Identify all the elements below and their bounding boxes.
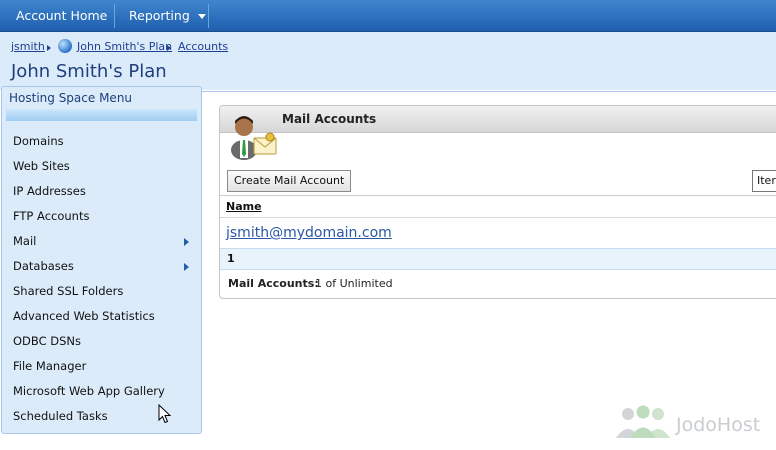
nav-divider	[114, 4, 115, 28]
hosting-space-menu: Hosting Space Menu Domains Web Sites IP …	[1, 86, 202, 434]
chevron-right-icon	[184, 238, 189, 246]
breadcrumb-plan[interactable]: John Smith's Plan	[77, 40, 172, 53]
breadcrumb-accounts[interactable]: Accounts	[178, 40, 228, 53]
pager-row: 1	[220, 248, 776, 270]
column-header-name[interactable]: Name	[226, 200, 262, 213]
mail-accounts-panel: Mail Accounts Create Mail Account Iter N…	[219, 105, 776, 299]
sidebar-title: Hosting Space Menu	[9, 91, 133, 105]
sidebar-item-domains[interactable]: Domains	[13, 134, 64, 148]
sidebar-item-web-statistics[interactable]: Advanced Web Statistics	[13, 309, 155, 323]
sidebar-item-web-sites[interactable]: Web Sites	[13, 159, 70, 173]
sidebar-item-ip-addresses[interactable]: IP Addresses	[13, 184, 86, 198]
sidebar-item-scheduled-tasks[interactable]: Scheduled Tasks	[13, 409, 108, 423]
sidebar-item-mail[interactable]: Mail	[13, 234, 36, 248]
divider	[220, 195, 776, 196]
sidebar-header-strip	[6, 109, 197, 121]
mail-user-icon	[231, 116, 277, 160]
mail-accounts-count-label: Mail Accounts:	[228, 277, 319, 290]
nav-divider	[208, 4, 209, 28]
divider	[220, 217, 776, 218]
nav-reporting-label: Reporting	[129, 8, 190, 23]
sidebar-item-web-app-gallery[interactable]: Microsoft Web App Gallery	[13, 384, 165, 398]
jodohost-logo-icon	[616, 405, 670, 438]
nav-account-home[interactable]: Account Home	[16, 0, 107, 31]
panel-title: Mail Accounts	[282, 112, 377, 126]
breadcrumb-jsmith[interactable]: jsmith	[11, 40, 45, 53]
sidebar-item-file-manager[interactable]: File Manager	[13, 359, 86, 373]
sidebar-item-odbc[interactable]: ODBC DSNs	[13, 334, 81, 348]
sidebar-item-shared-ssl[interactable]: Shared SSL Folders	[13, 284, 123, 298]
mail-account-link[interactable]: jsmith@mydomain.com	[226, 225, 392, 241]
page-title: John Smith's Plan	[11, 61, 167, 82]
create-mail-account-button[interactable]: Create Mail Account	[227, 170, 352, 192]
items-per-page-select[interactable]: Iter	[752, 170, 776, 192]
jodohost-watermark: JodoHost	[676, 414, 761, 436]
mail-accounts-count-value: 1 of Unlimited	[315, 277, 393, 290]
globe-icon	[58, 39, 72, 53]
top-nav-bar: Account Home Reporting	[0, 0, 776, 32]
divider	[200, 91, 776, 92]
breadcrumb-arrow-icon	[167, 45, 171, 51]
nav-reporting[interactable]: Reporting	[129, 0, 206, 31]
page-number[interactable]: 1	[227, 252, 235, 265]
mouse-cursor-icon	[158, 404, 172, 424]
sidebar-item-databases[interactable]: Databases	[13, 259, 74, 273]
chevron-right-icon	[184, 263, 189, 271]
breadcrumb-arrow-icon	[47, 45, 51, 51]
sidebar-item-ftp-accounts[interactable]: FTP Accounts	[13, 209, 89, 223]
chevron-down-icon	[197, 14, 206, 19]
